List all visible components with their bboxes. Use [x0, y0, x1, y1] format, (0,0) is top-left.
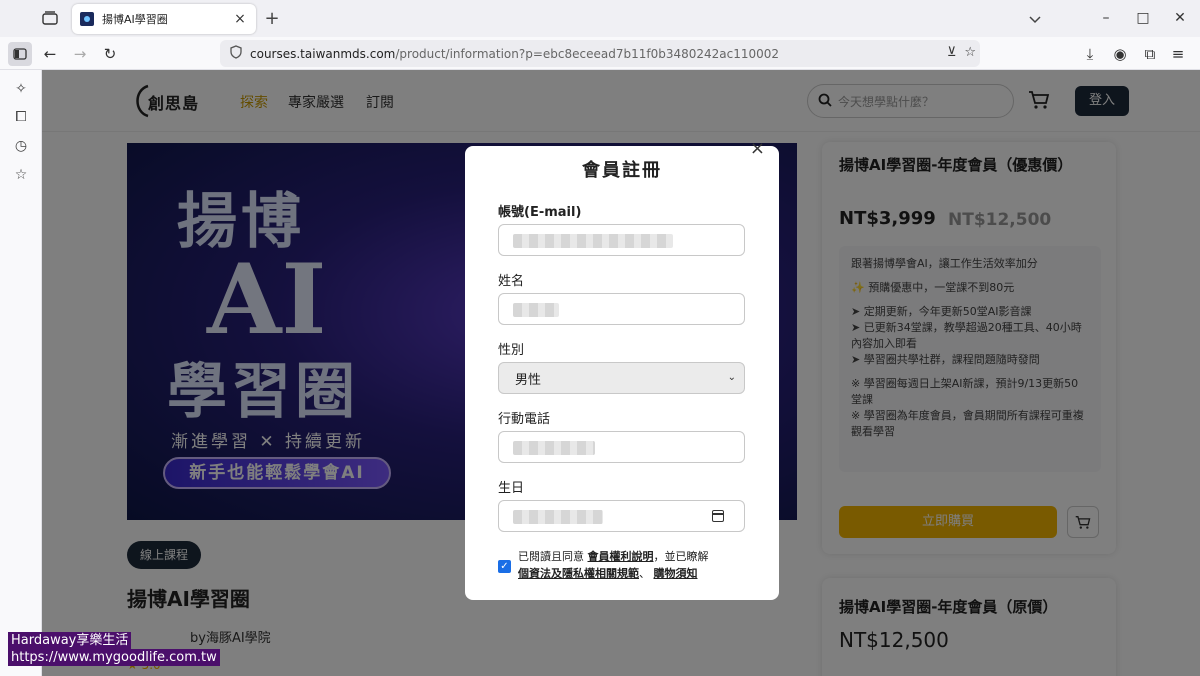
browser-left-sidebar: ✧ ⧠ ◷ ☆: [0, 70, 42, 676]
watermark: Hardaway享樂生活 https://www.mygoodlife.com.…: [8, 632, 220, 666]
tab-close-icon[interactable]: ×: [232, 11, 248, 27]
window-maximize-button[interactable]: □: [1133, 8, 1153, 28]
register-modal: × 會員註冊 帳號(E-mail) 姓名 性別 男性 ⌄ 行動電話 生日 ✓ 已…: [465, 138, 779, 600]
redacted-value: [513, 441, 595, 455]
reload-icon[interactable]: ↻: [98, 42, 122, 66]
new-tab-button[interactable]: +: [262, 8, 282, 29]
modal-title: 會員註冊: [582, 160, 662, 181]
birthday-label: 生日: [498, 481, 525, 496]
redacted-value: [513, 510, 603, 524]
gender-select[interactable]: 男性 ⌄: [498, 362, 745, 394]
ai-chatbot-icon[interactable]: ✧: [12, 80, 30, 98]
shopping-terms-link[interactable]: 購物須知: [654, 567, 698, 580]
tab-overview-icon[interactable]: [40, 9, 60, 27]
privacy-policy-link[interactable]: 個資法及隱私權相關規範: [518, 567, 639, 580]
site-favicon-icon: [80, 12, 94, 26]
url-text[interactable]: courses.taiwanmds.com/product/informatio…: [250, 47, 779, 61]
browser-tab-active[interactable]: 揚博AI學習圈 ×: [72, 4, 256, 34]
url-bar[interactable]: courses.taiwanmds.com/product/informatio…: [220, 40, 980, 67]
extensions-icon[interactable]: ⧉: [1138, 42, 1162, 66]
account-icon[interactable]: ◉: [1108, 42, 1132, 66]
tab-list-chevron-icon[interactable]: [1028, 10, 1042, 29]
page-download-icon[interactable]: ⊻: [947, 45, 957, 60]
agree-mid: ，並已瞭解: [653, 550, 709, 563]
watermark-line1: Hardaway享樂生活: [8, 632, 132, 649]
url-path: /product/information?p=ebc8eceead7b11f0b…: [395, 46, 780, 61]
web-page: 創思島 探索 專家嚴選 訂閱 今天想學點什麼？ 登入 揚博 AI 學習圈 漸進學…: [42, 70, 1200, 676]
agree-text: 已閱讀且同意 會員權利說明，並已瞭解 個資法及隱私權相關規範、 購物須知: [518, 548, 758, 582]
history-icon[interactable]: ◷: [12, 137, 30, 155]
shield-icon[interactable]: [230, 44, 242, 63]
window-minimize-button[interactable]: –: [1096, 8, 1116, 28]
bookmark-star-icon[interactable]: ☆: [964, 45, 976, 60]
forward-arrow-icon[interactable]: →: [68, 42, 92, 66]
sidebar-toggle-icon[interactable]: [8, 42, 32, 66]
browser-navbar: ← → ↻ courses.taiwanmds.com/product/info…: [0, 37, 1200, 70]
gender-label: 性別: [498, 343, 525, 358]
member-rights-link[interactable]: 會員權利說明: [588, 550, 654, 563]
bookmarks-icon[interactable]: ☆: [12, 166, 30, 184]
phone-field[interactable]: [498, 431, 745, 463]
back-arrow-icon[interactable]: ←: [38, 42, 62, 66]
calendar-icon[interactable]: [712, 510, 724, 522]
downloads-icon[interactable]: ⤓: [1078, 42, 1102, 66]
agree-prefix: 已閱讀且同意: [518, 550, 584, 563]
email-label: 帳號(E-mail): [498, 205, 582, 220]
gender-selected-value: 男性: [515, 372, 542, 388]
menu-icon[interactable]: ≡: [1166, 42, 1190, 66]
redacted-value: [513, 303, 559, 317]
watermark-line2: https://www.mygoodlife.com.tw: [8, 649, 220, 666]
url-host: courses.taiwanmds.com: [250, 46, 396, 61]
tab-title: 揚博AI學習圈: [102, 13, 168, 26]
name-field[interactable]: [498, 293, 745, 325]
synced-tabs-icon[interactable]: ⧠: [12, 108, 30, 126]
agree-sep: 、: [639, 567, 650, 580]
name-label: 姓名: [498, 274, 525, 289]
email-field[interactable]: [498, 224, 745, 256]
chevron-down-icon: ⌄: [727, 372, 736, 383]
browser-tabbar: 揚博AI學習圈 × + – □ ✕: [0, 0, 1200, 37]
window-close-button[interactable]: ✕: [1170, 8, 1190, 28]
agree-checkbox[interactable]: ✓: [498, 560, 511, 573]
redacted-value: [513, 234, 673, 248]
birthday-field[interactable]: [498, 500, 745, 532]
phone-label: 行動電話: [498, 412, 551, 427]
